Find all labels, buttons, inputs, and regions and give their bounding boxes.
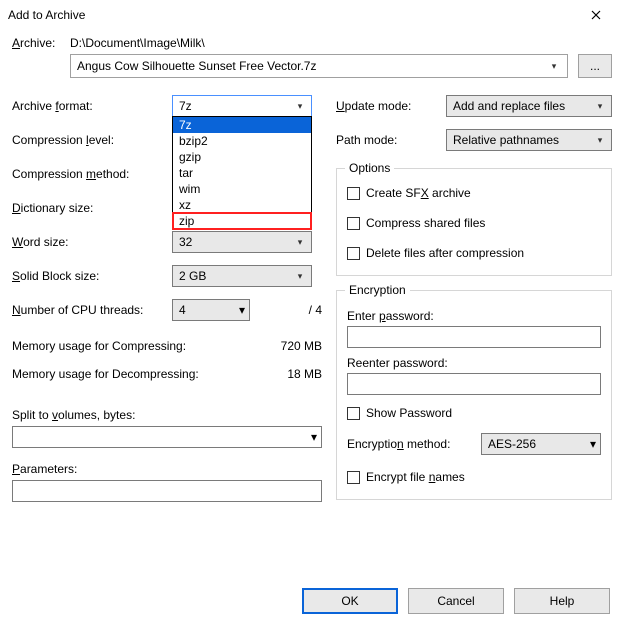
pathmode-label: Path mode:	[336, 133, 446, 147]
close-button[interactable]	[576, 1, 616, 29]
chevron-down-icon: ▾	[239, 303, 245, 317]
chevron-down-icon: ▾	[593, 135, 607, 146]
sfx-check-row[interactable]: Create SFX archive	[347, 183, 601, 203]
cpu-combo[interactable]: 4 ▾	[172, 299, 250, 321]
word-label: Word size:	[12, 235, 172, 249]
dict-label: Dictionary size:	[12, 201, 172, 215]
chevron-down-icon: ▾	[590, 437, 596, 451]
titlebar: Add to Archive	[0, 0, 624, 30]
method-label: Compression method:	[12, 167, 172, 181]
update-label: Update mode:	[336, 99, 446, 113]
left-column: Archive format: 7z ▾ 7z bzip2 gzip tar w…	[12, 94, 322, 514]
level-label: Compression level:	[12, 133, 172, 147]
shared-check-row[interactable]: Compress shared files	[347, 213, 601, 233]
mem-comp-label: Memory usage for Compressing:	[12, 339, 238, 353]
chevron-down-icon: ▾	[547, 61, 561, 72]
format-option-gzip[interactable]: gzip	[173, 149, 311, 165]
delete-check-row[interactable]: Delete files after compression	[347, 243, 601, 263]
enter-password-input[interactable]	[347, 326, 601, 348]
show-password-label: Show Password	[366, 406, 452, 420]
chevron-down-icon: ▾	[293, 101, 307, 112]
browse-button[interactable]: ...	[578, 54, 612, 78]
mem-decomp-label: Memory usage for Decompressing:	[12, 367, 238, 381]
cpu-total: / 4	[276, 303, 322, 317]
split-combo[interactable]: ▾	[12, 426, 322, 448]
enc-method-combo[interactable]: AES-256 ▾	[481, 433, 601, 455]
checkbox-icon	[347, 247, 360, 260]
format-label: Archive format:	[12, 99, 172, 113]
block-combo[interactable]: 2 GB ▾	[172, 265, 312, 287]
shared-label: Compress shared files	[366, 216, 485, 230]
format-option-bzip2[interactable]: bzip2	[173, 133, 311, 149]
format-option-zip[interactable]: zip	[173, 213, 311, 229]
format-combo[interactable]: 7z ▾	[172, 95, 312, 117]
reenter-password-input[interactable]	[347, 373, 601, 395]
chevron-down-icon: ▾	[293, 271, 307, 282]
archive-label: Archive:	[12, 36, 70, 50]
enc-method-label: Encryption method:	[347, 437, 481, 451]
checkbox-icon	[347, 407, 360, 420]
block-label: Solid Block size:	[12, 269, 172, 283]
chevron-down-icon: ▾	[311, 430, 317, 444]
ok-button[interactable]: OK	[302, 588, 398, 614]
format-option-7z[interactable]: 7z	[173, 117, 311, 133]
format-option-xz[interactable]: xz	[173, 197, 311, 213]
cancel-button[interactable]: Cancel	[408, 588, 504, 614]
format-option-wim[interactable]: wim	[173, 181, 311, 197]
archive-path: D:\Document\Image\Milk\	[70, 36, 612, 50]
mem-comp-value: 720 MB	[238, 339, 322, 353]
pathmode-combo[interactable]: Relative pathnames ▾	[446, 129, 612, 151]
reenter-password-label: Reenter password:	[347, 356, 601, 370]
right-column: Update mode: Add and replace files ▾ Pat…	[336, 94, 612, 514]
split-label: Split to volumes, bytes:	[12, 408, 322, 422]
options-group: Options Create SFX archive Compress shar…	[336, 168, 612, 276]
footer-buttons: OK Cancel Help	[302, 588, 610, 614]
encryption-group: Encryption Enter password: Reenter passw…	[336, 290, 612, 500]
checkbox-icon	[347, 187, 360, 200]
encrypt-names-check-row[interactable]: Encrypt file names	[347, 467, 601, 487]
show-password-check-row[interactable]: Show Password	[347, 403, 601, 423]
word-combo[interactable]: 32 ▾	[172, 231, 312, 253]
cpu-label: Number of CPU threads:	[12, 303, 172, 317]
checkbox-icon	[347, 217, 360, 230]
params-label: Parameters:	[12, 462, 322, 476]
format-dropdown-list[interactable]: 7z bzip2 gzip tar wim xz zip	[172, 116, 312, 230]
chevron-down-icon: ▾	[293, 237, 307, 248]
format-option-tar[interactable]: tar	[173, 165, 311, 181]
checkbox-icon	[347, 471, 360, 484]
encrypt-names-label: Encrypt file names	[366, 470, 465, 484]
enter-password-label: Enter password:	[347, 309, 601, 323]
chevron-down-icon: ▾	[593, 101, 607, 112]
help-button[interactable]: Help	[514, 588, 610, 614]
update-combo[interactable]: Add and replace files ▾	[446, 95, 612, 117]
sfx-label: Create SFX archive	[366, 186, 471, 200]
options-title: Options	[345, 161, 394, 175]
archive-filename: Angus Cow Silhouette Sunset Free Vector.…	[77, 59, 316, 73]
params-input[interactable]	[12, 480, 322, 502]
encryption-title: Encryption	[345, 283, 410, 297]
mem-decomp-value: 18 MB	[238, 367, 322, 381]
window-title: Add to Archive	[8, 8, 85, 22]
archive-filename-combo[interactable]: Angus Cow Silhouette Sunset Free Vector.…	[70, 54, 568, 78]
delete-label: Delete files after compression	[366, 246, 524, 260]
